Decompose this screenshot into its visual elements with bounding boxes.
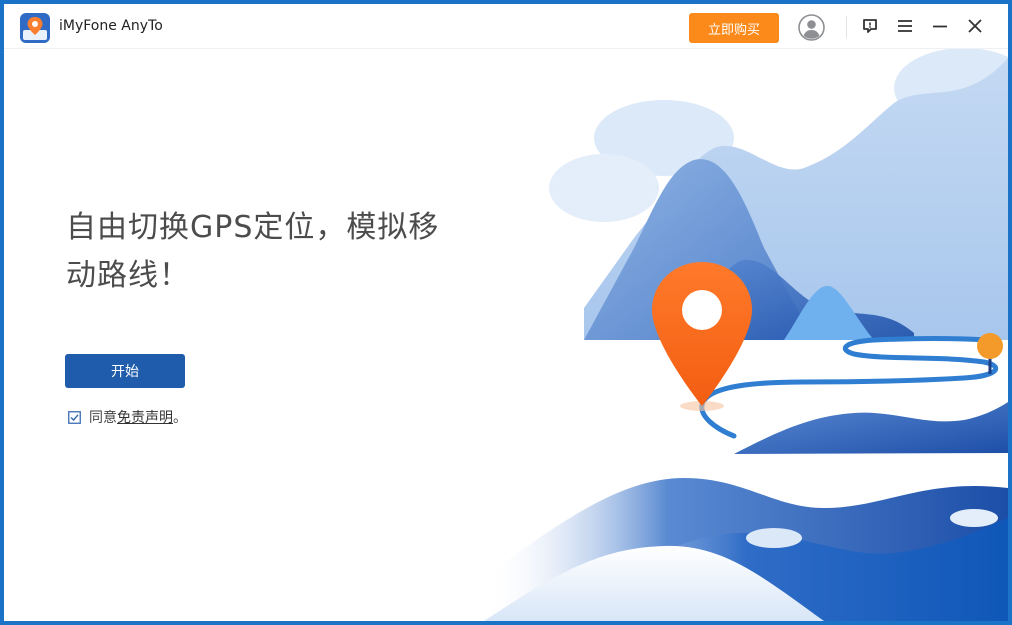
buy-now-button[interactable]: 立即购买 [689,13,779,43]
headline-line-2: 动路线！ [66,258,190,293]
titlebar-divider [846,16,847,38]
agree-suffix: 。 [173,410,187,426]
feedback-icon[interactable] [861,17,879,35]
headline-line-1: 自由切换GPS定位，模拟移 [66,210,440,245]
app-window: iMyFone AnyTo 立即购买 自由切换GPS定位，模拟移 动路线！ 开始… [4,4,1008,621]
agree-prefix: 同意 [89,410,117,426]
agree-checkbox[interactable] [68,410,81,424]
app-logo-icon [20,13,50,43]
start-button[interactable]: 开始 [65,354,185,388]
minimize-icon[interactable] [931,17,949,35]
app-title: iMyFone AnyTo [59,18,163,34]
headline: 自由切换GPS定位，模拟移 动路线！ [66,204,466,300]
title-bar: iMyFone AnyTo 立即购买 [4,4,1008,49]
close-icon[interactable] [966,17,984,35]
menu-icon[interactable] [896,17,914,35]
map-illustration [484,48,1008,621]
user-avatar-icon[interactable] [798,14,825,41]
agreement-row: 同意 免责声明 。 [68,407,187,427]
disclaimer-link[interactable]: 免责声明 [117,407,173,427]
